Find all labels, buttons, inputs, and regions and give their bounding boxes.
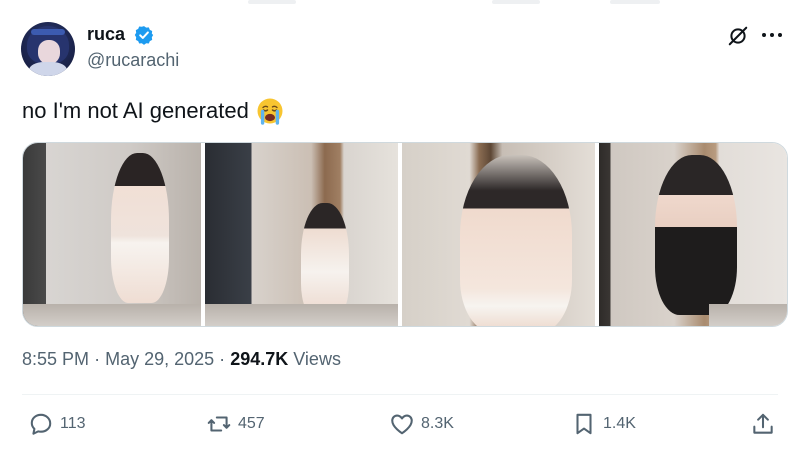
reply-button[interactable]: 113	[28, 411, 86, 437]
meta-separator: ·	[94, 349, 101, 369]
meta-separator: ·	[219, 349, 226, 369]
display-name[interactable]: ruca	[87, 24, 125, 45]
like-count: 8.3K	[421, 415, 454, 432]
scroll-edge	[0, 0, 800, 4]
repost-button[interactable]: 457	[206, 411, 265, 437]
loudly-crying-face-icon	[257, 98, 283, 125]
reply-icon	[30, 413, 52, 435]
share-icon	[753, 413, 773, 434]
heart-icon	[391, 414, 413, 435]
repost-count: 457	[238, 415, 265, 432]
bookmark-count: 1.4K	[603, 415, 636, 432]
user-handle[interactable]: @rucarachi	[87, 50, 179, 71]
photo-2[interactable]	[205, 143, 398, 326]
avatar-headband	[31, 29, 65, 35]
tweet-text: no I'm not AI generated	[22, 96, 285, 126]
reply-count: 113	[60, 415, 86, 432]
grok-icon[interactable]	[727, 25, 749, 47]
avatar-face	[38, 40, 60, 64]
action-bar: 113 457 8.3K 1.4K	[0, 411, 800, 445]
repost-icon	[207, 416, 231, 432]
bookmark-icon	[576, 413, 592, 435]
like-button[interactable]: 8.3K	[389, 411, 454, 437]
avatar-shirt	[29, 62, 67, 76]
photo-3[interactable]	[402, 143, 595, 326]
share-button[interactable]	[750, 411, 776, 437]
divider	[22, 394, 778, 395]
tweet-body: no I'm not AI generated	[22, 98, 249, 123]
photo-1[interactable]	[23, 143, 201, 326]
bookmark-button[interactable]: 1.4K	[571, 411, 636, 437]
views-label: Views	[293, 349, 341, 369]
media-grid	[22, 142, 788, 327]
tweet-date[interactable]: May 29, 2025	[105, 349, 214, 369]
more-options-icon[interactable]	[759, 24, 785, 46]
tweet-meta: 8:55 PM · May 29, 2025 · 294.7K Views	[22, 349, 341, 370]
photo-4[interactable]	[599, 143, 787, 326]
views-count: 294.7K	[230, 349, 289, 369]
tweet-time[interactable]: 8:55 PM	[22, 349, 89, 369]
verified-badge-icon	[134, 26, 154, 45]
avatar[interactable]	[21, 22, 75, 76]
